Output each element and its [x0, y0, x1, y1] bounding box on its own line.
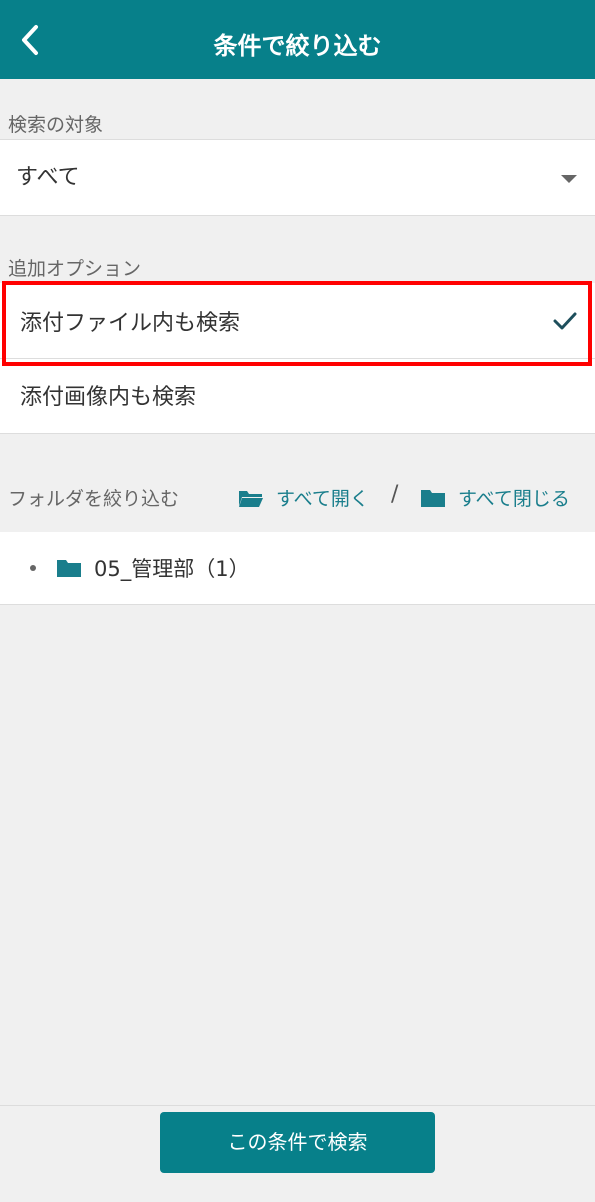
- folder-icon: [421, 489, 445, 507]
- folder-name: 05_管理部（1）: [94, 557, 250, 581]
- option-label: 添付ファイル内も検索: [20, 311, 241, 336]
- option-search-images[interactable]: 添付画像内も検索: [0, 359, 595, 433]
- chevron-left-icon: [22, 24, 38, 55]
- search-target-value: すべて: [16, 165, 80, 190]
- page-title: 条件で絞り込む: [213, 32, 382, 60]
- additional-options-label: 追加オプション: [8, 258, 142, 280]
- separator: /: [391, 482, 399, 507]
- folder-icon: [57, 560, 81, 577]
- search-target-select[interactable]: すべて: [0, 139, 595, 216]
- bullet-icon: [30, 565, 36, 571]
- option-label: 添付画像内も検索: [20, 385, 197, 410]
- folder-tree: 05_管理部（1）: [0, 532, 595, 605]
- folder-open-icon: [239, 490, 263, 507]
- back-button[interactable]: [0, 0, 60, 79]
- expand-all-label: すべて開く: [276, 488, 369, 510]
- search-with-conditions-button[interactable]: この条件で検索: [160, 1112, 435, 1173]
- footer-divider: [0, 1105, 595, 1106]
- option-divider: [0, 358, 595, 359]
- caret-down-icon: [561, 175, 577, 183]
- search-target-label: 検索の対象: [8, 114, 104, 136]
- folder-filter-label: フォルダを絞り込む: [8, 488, 180, 510]
- collapse-all-label: すべて閉じる: [458, 488, 570, 510]
- app-header: 条件で絞り込む: [0, 0, 595, 79]
- collapse-all-button[interactable]: すべて閉じる: [420, 484, 570, 511]
- expand-all-button[interactable]: すべて開く: [238, 484, 369, 511]
- folder-tree-item[interactable]: 05_管理部（1）: [30, 532, 250, 604]
- option-search-attachments[interactable]: 添付ファイル内も検索: [0, 285, 595, 359]
- checkmark-icon: [553, 312, 577, 330]
